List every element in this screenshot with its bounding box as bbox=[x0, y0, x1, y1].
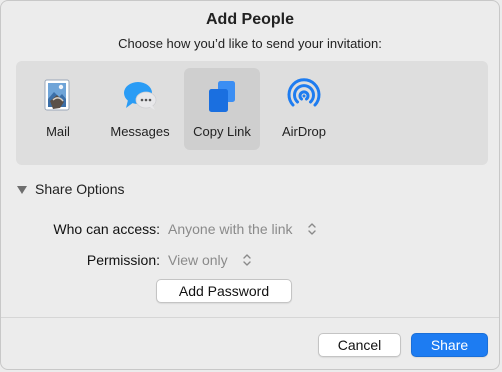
airdrop-icon bbox=[286, 78, 322, 114]
dialog-title: Add People bbox=[205, 11, 294, 28]
add-people-dialog: Add People Choose how you’d like to send… bbox=[0, 0, 500, 370]
share-options-label: Share Options bbox=[35, 181, 125, 197]
who-can-access-label: Who can access: bbox=[53, 221, 160, 237]
mail-stamp-icon bbox=[40, 78, 76, 114]
share-options-disclosure[interactable]: Share Options bbox=[17, 181, 125, 197]
share-button[interactable]: Share bbox=[411, 333, 488, 357]
method-label-messages: Messages bbox=[110, 124, 170, 139]
method-label-mail: Mail bbox=[46, 124, 70, 139]
popup-chevron-updown-icon bbox=[307, 222, 317, 236]
method-mail[interactable]: Mail bbox=[20, 68, 96, 150]
permission-value: View only bbox=[168, 252, 228, 268]
disclosure-triangle-icon[interactable] bbox=[17, 185, 27, 194]
method-label-copy-link: Copy Link bbox=[193, 124, 251, 139]
method-messages[interactable]: Messages bbox=[102, 68, 178, 150]
add-password-button[interactable]: Add Password bbox=[156, 279, 292, 303]
who-can-access-popup[interactable]: Anyone with the link bbox=[168, 221, 317, 237]
messages-bubble-icon bbox=[122, 78, 158, 114]
method-copy-link[interactable]: Copy Link bbox=[184, 68, 260, 150]
invitation-method-panel: Mail Messages Copy Link AirDrop bbox=[16, 61, 488, 165]
dialog-subtitle: Choose how you’d like to send your invit… bbox=[118, 36, 382, 51]
footer-divider bbox=[1, 317, 499, 318]
method-airdrop[interactable]: AirDrop bbox=[266, 68, 342, 150]
who-can-access-value: Anyone with the link bbox=[168, 221, 293, 237]
permission-label: Permission: bbox=[86, 252, 160, 268]
cancel-button[interactable]: Cancel bbox=[318, 333, 401, 357]
popup-chevron-updown-icon bbox=[242, 253, 252, 267]
method-label-airdrop: AirDrop bbox=[281, 124, 327, 139]
permission-popup[interactable]: View only bbox=[168, 252, 252, 268]
copy-link-icon bbox=[204, 78, 240, 114]
